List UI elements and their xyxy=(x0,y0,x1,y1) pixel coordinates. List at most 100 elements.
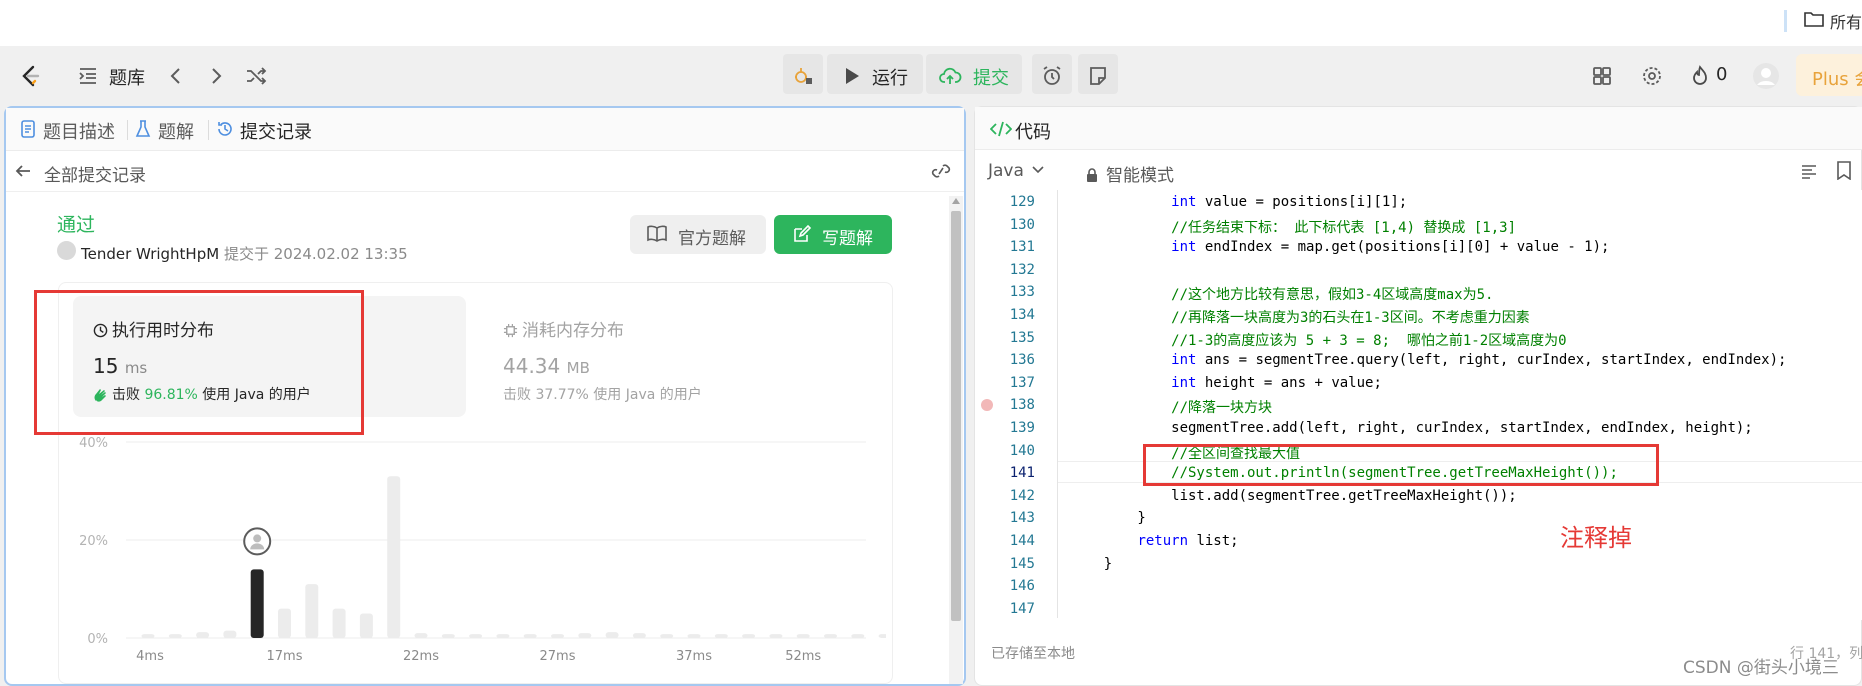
code-line: } xyxy=(1070,555,1113,572)
code-line: segmentTree.add(left, right, curIndex, s… xyxy=(1070,420,1753,436)
chart-bar[interactable] xyxy=(414,633,428,638)
chevron-left-icon[interactable] xyxy=(164,64,188,88)
chart-bar[interactable] xyxy=(824,634,837,638)
link-icon[interactable] xyxy=(930,162,952,180)
chart-bar[interactable] xyxy=(687,634,701,638)
runtime-distribution-chart: 0% 20% 40% 4ms 17ms 22ms 27ms 37ms 52ms xyxy=(79,436,886,664)
problem-bank-link[interactable]: 题库 xyxy=(109,64,145,90)
all-submissions-link[interactable]: 全部提交记录 xyxy=(44,161,146,186)
chart-bar[interactable] xyxy=(168,634,182,638)
smart-mode-toggle[interactable]: 智能模式 xyxy=(1086,161,1174,186)
chart-bar[interactable] xyxy=(250,569,264,638)
line-number: 147 xyxy=(1009,600,1035,617)
back-row xyxy=(6,151,964,192)
line-number: 139 xyxy=(1009,420,1035,436)
align-left-icon[interactable] xyxy=(1800,162,1818,180)
chart-bar[interactable] xyxy=(305,584,319,638)
bookmark-folder-label[interactable]: 所有 xyxy=(1830,9,1862,33)
chart-bar[interactable] xyxy=(441,634,455,638)
user-marker-head xyxy=(253,534,262,543)
code-line: int height = ans + value; xyxy=(1171,374,1382,391)
memory-title[interactable]: 消耗内存分布 xyxy=(503,316,624,341)
chart-bar[interactable] xyxy=(878,634,886,638)
code-tab-bar xyxy=(975,107,1862,150)
code-line: //1-3的高度应该为 5 + 3 = 8; 哪怕之前1-2区域高度为0 xyxy=(1070,332,1567,349)
chart-bar[interactable] xyxy=(632,633,646,638)
arrow-left-icon[interactable] xyxy=(14,163,32,179)
tab-description[interactable]: 题目描述 xyxy=(43,118,115,144)
cloud-upload-icon xyxy=(939,67,962,84)
memory-beats: 击败 37.77% 使用 Java 的用户 xyxy=(503,387,702,403)
highlight-box-runtime xyxy=(34,290,364,435)
chart-bar[interactable] xyxy=(141,634,155,638)
chart-bar[interactable] xyxy=(469,634,483,638)
code-line: } xyxy=(1070,510,1146,527)
user-avatar-icon[interactable] xyxy=(1752,62,1780,90)
y-tick-label: 0% xyxy=(87,632,108,647)
chart-bar[interactable] xyxy=(660,634,674,638)
line-number: 130 xyxy=(1009,216,1035,233)
chart-bar[interactable] xyxy=(578,633,592,638)
line-number: 138 xyxy=(1009,397,1035,414)
line-number: 133 xyxy=(1009,284,1035,301)
chart-bar[interactable] xyxy=(605,632,619,638)
language-select[interactable]: Java xyxy=(988,161,1044,181)
keyword: int xyxy=(1171,239,1197,256)
chip-icon xyxy=(503,323,518,338)
tab-solutions[interactable]: 题解 xyxy=(158,118,194,144)
line-number: 134 xyxy=(1009,307,1035,323)
tab-submissions[interactable]: 提交记录 xyxy=(240,118,312,144)
code-line: int ans = segmentTree.query(left, right,… xyxy=(1171,352,1787,369)
doc-icon xyxy=(21,120,35,138)
keyword: return xyxy=(1137,533,1189,549)
edit-icon xyxy=(794,225,812,242)
chart-bar[interactable] xyxy=(714,634,728,638)
chart-bar[interactable] xyxy=(796,634,810,638)
leetcode-logo-icon[interactable] xyxy=(18,64,42,88)
bookmark-divider xyxy=(1784,10,1787,32)
history-icon xyxy=(218,122,232,136)
line-number: 137 xyxy=(1009,374,1035,391)
author-name[interactable]: Tender WrightHpM xyxy=(81,245,219,263)
chart-bar[interactable] xyxy=(278,608,291,638)
play-icon xyxy=(846,68,859,84)
scroll-up-icon[interactable] xyxy=(952,198,960,204)
bookmark-icon[interactable] xyxy=(1836,161,1852,180)
chart-bar[interactable] xyxy=(496,634,510,638)
plus-label: Plus 会 xyxy=(1812,69,1862,90)
tab-code[interactable]: 代码 xyxy=(1015,118,1051,144)
chart-bar[interactable] xyxy=(742,634,756,638)
layout-grid-icon[interactable] xyxy=(1590,64,1614,88)
chart-bar[interactable] xyxy=(223,630,237,638)
submission-meta: Tender WrightHpM 提交于 2024.02.02 13:35 xyxy=(57,243,408,264)
alarm-clock-icon xyxy=(1043,66,1061,85)
run-label: 运行 xyxy=(872,68,908,89)
folder-icon[interactable] xyxy=(1804,10,1824,28)
shuffle-icon[interactable] xyxy=(244,64,268,88)
chart-bar[interactable] xyxy=(769,634,783,638)
line-number: 135 xyxy=(1009,329,1035,346)
chart-bar[interactable] xyxy=(332,608,346,638)
language-value: Java xyxy=(988,161,1024,181)
list-icon[interactable] xyxy=(76,64,100,88)
chart-bar[interactable] xyxy=(387,476,401,638)
memory-value: 44.34 MB xyxy=(503,354,590,378)
y-tick-label: 40% xyxy=(79,436,108,451)
chart-bar[interactable] xyxy=(523,634,537,638)
line-number: 143 xyxy=(1009,510,1035,527)
chevron-right-icon[interactable] xyxy=(204,64,228,88)
chart-bar[interactable] xyxy=(359,613,373,639)
flame-icon[interactable] xyxy=(1688,64,1712,88)
panel-resizer[interactable] xyxy=(968,106,972,684)
code-icon xyxy=(990,121,1012,137)
gutter-divider xyxy=(1057,190,1058,618)
memory-title-text: 消耗内存分布 xyxy=(522,321,624,341)
scrollbar-thumb[interactable] xyxy=(951,211,961,621)
chart-bar[interactable] xyxy=(851,634,865,638)
line-number: 142 xyxy=(1009,487,1035,504)
line-number: 129 xyxy=(1009,194,1035,210)
gear-icon[interactable] xyxy=(1640,64,1664,88)
chart-bar[interactable] xyxy=(196,632,210,638)
saved-status: 已存储至本地 xyxy=(991,646,1075,662)
chart-bar[interactable] xyxy=(551,634,564,638)
